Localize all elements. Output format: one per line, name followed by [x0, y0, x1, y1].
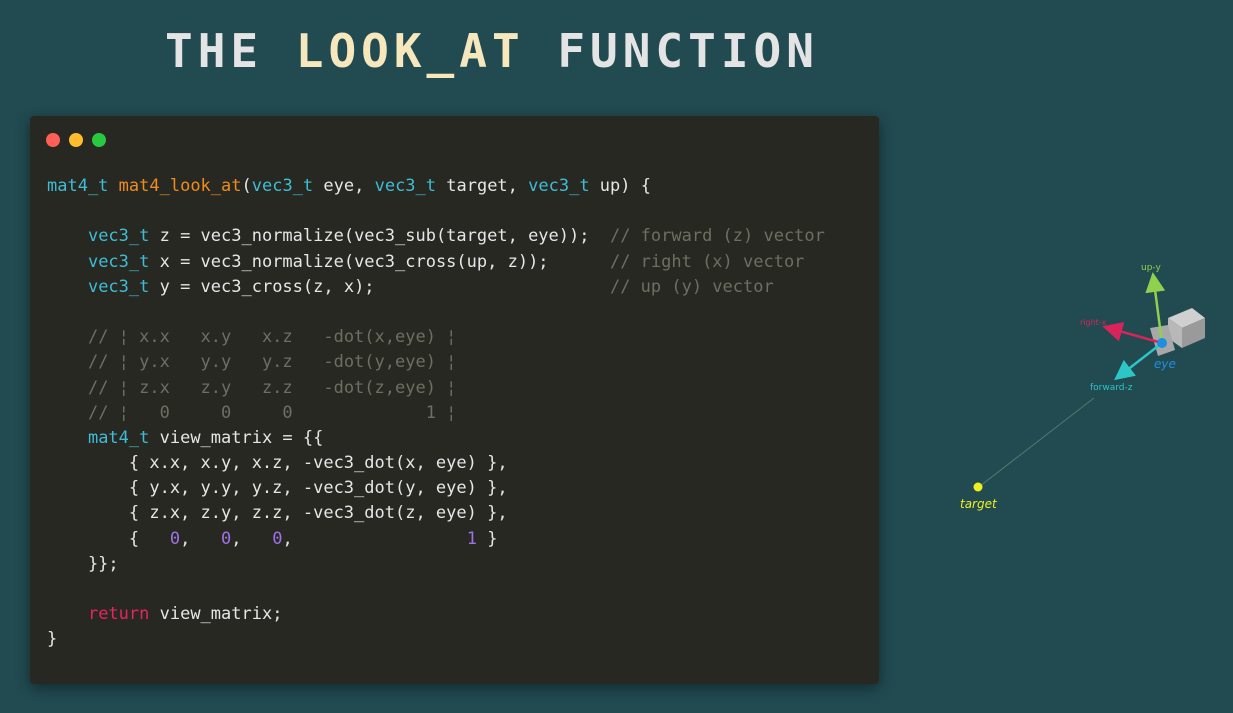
forward-label: forward-z [1090, 383, 1133, 393]
right-label: right-x [1080, 318, 1107, 327]
eye-point [1157, 338, 1167, 348]
sight-line [979, 397, 1095, 487]
target-point [973, 482, 983, 492]
target-label: target [960, 497, 998, 511]
up-label: up-y [1141, 263, 1162, 273]
look-at-diagram: up-y right-x forward-z eye target [960, 263, 1205, 511]
eye-label: eye [1154, 357, 1176, 371]
